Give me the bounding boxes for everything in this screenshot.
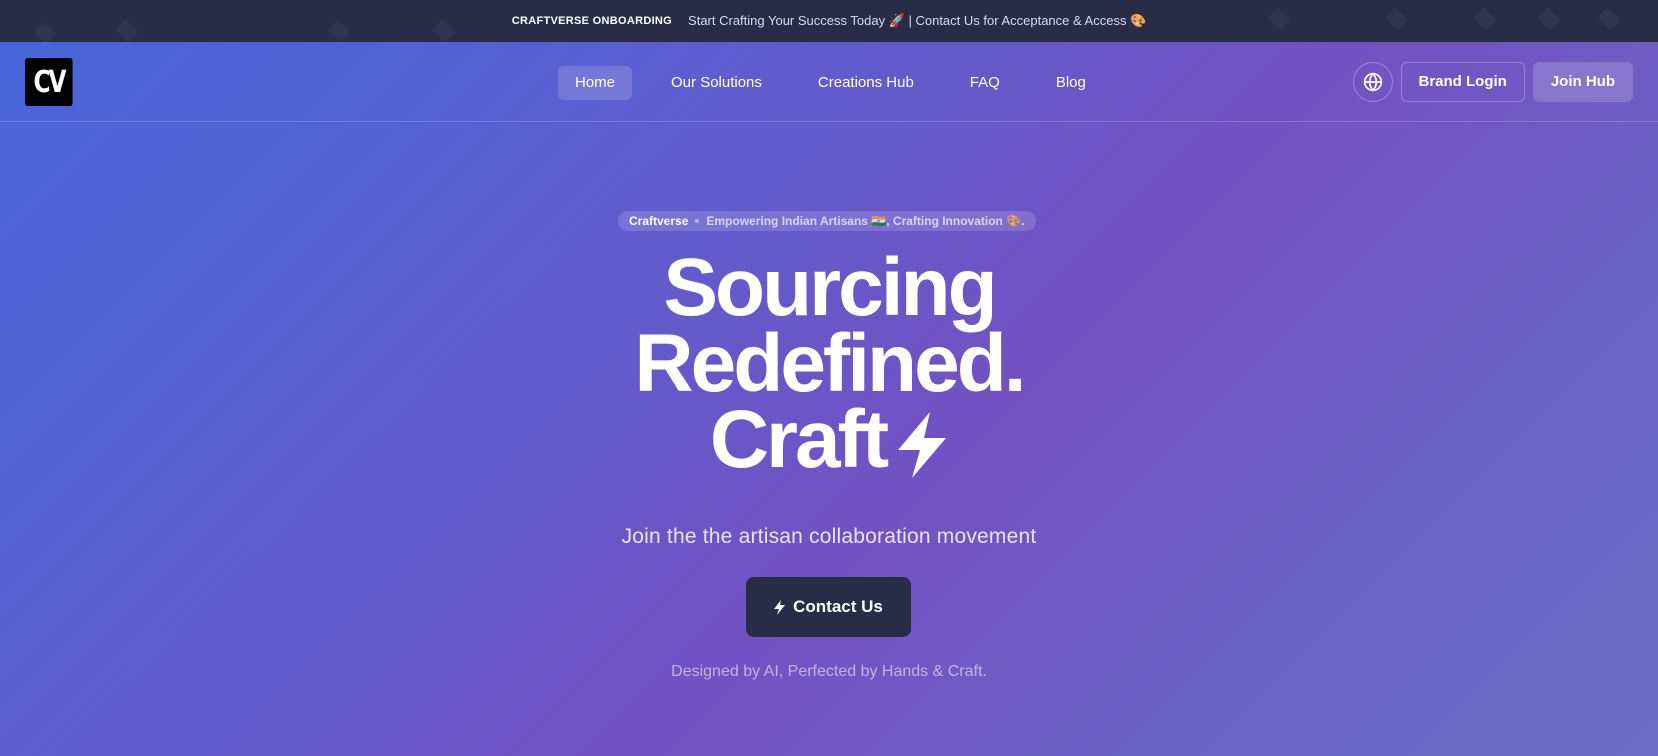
decorative-shape — [1385, 7, 1409, 31]
lightning-bolt-icon — [898, 412, 947, 479]
decorative-shape — [1597, 7, 1621, 31]
nav-item-blog[interactable]: Blog — [1039, 66, 1103, 100]
hero-badge: Craftverse Empowering Indian Artisans 🇮🇳… — [618, 211, 1036, 231]
nav-item-home[interactable]: Home — [558, 66, 633, 100]
nav-item-our-solutions[interactable]: Our Solutions — [654, 66, 779, 100]
badge-text: Empowering Indian Artisans 🇮🇳, Crafting … — [706, 214, 1025, 228]
decorative-shape — [1267, 7, 1291, 31]
decorative-shape — [1473, 7, 1497, 31]
decorative-shape — [115, 19, 139, 42]
badge-brand: Craftverse — [629, 214, 689, 228]
announcement-message: Start Crafting Your Success Today 🚀 | Co… — [688, 13, 1147, 28]
headline-line-2: Redefined. — [634, 318, 1026, 409]
decorative-shape — [33, 21, 57, 42]
badge-separator-dot — [695, 219, 700, 223]
headline-line-3: Craft — [0, 399, 1658, 481]
language-button[interactable] — [1352, 62, 1393, 102]
header-actions: Brand Login Join Hub — [1352, 62, 1633, 102]
headline-line-3-text: Craft — [709, 394, 889, 485]
nav-item-creations-hub[interactable]: Creations Hub — [801, 66, 931, 100]
headline-line-1: Sourcing — [663, 242, 997, 333]
hero-subheading: Join the the artisan collaboration movem… — [621, 525, 1037, 548]
site-header: CV Home Our Solutions Creations Hub FAQ … — [0, 42, 1658, 122]
hero-headline: Sourcing Redefined. Craft — [0, 242, 1658, 481]
announcement-tag: CRAFTVERSE ONBOARDING — [511, 15, 673, 27]
globe-icon — [1363, 72, 1382, 92]
decorative-shape — [432, 19, 456, 42]
nav-item-faq[interactable]: FAQ — [953, 66, 1017, 100]
decorative-shape — [1537, 7, 1561, 31]
contact-us-label: Contact Us — [793, 597, 883, 616]
brand-login-button[interactable]: Brand Login — [1400, 62, 1525, 102]
announcement-bar: CRAFTVERSE ONBOARDING Start Crafting You… — [0, 0, 1658, 42]
logo-text: CV — [33, 64, 66, 100]
logo[interactable]: CV — [25, 58, 73, 106]
join-hub-button[interactable]: Join Hub — [1532, 62, 1633, 102]
decorative-shape — [327, 19, 351, 42]
hero-tagline: Designed by AI, Perfected by Hands & Cra… — [671, 663, 987, 680]
main-nav: Home Our Solutions Creations Hub FAQ Blo… — [558, 66, 1125, 100]
lightning-bolt-icon — [774, 599, 786, 615]
contact-us-button[interactable]: Contact Us — [746, 577, 911, 637]
